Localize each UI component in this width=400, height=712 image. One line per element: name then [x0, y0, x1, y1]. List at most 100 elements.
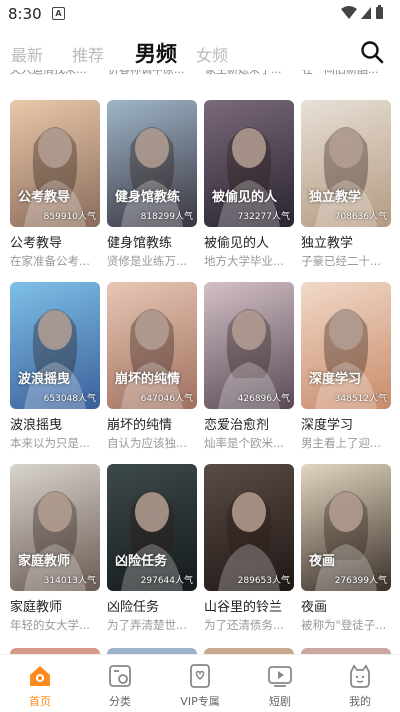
comic-title[interactable]: 家庭教师 [10, 596, 105, 615]
status-time: 8:30 [8, 5, 42, 23]
tab-latest[interactable]: 最新 [11, 42, 43, 66]
cover-illustration [24, 127, 86, 227]
comic-cover[interactable]: 深度学习 348512人气 [301, 282, 391, 409]
cover-title-art: 公考教导 [18, 190, 71, 205]
comic-card[interactable]: 深度学习 348512人气 深度学习男主看上了迎... [301, 282, 391, 457]
status-bar: 8:30 A [0, 0, 400, 28]
comic-cover[interactable]: 凶险任务 297644人气 [107, 464, 197, 591]
cut-off-description: 家主新媳来了... [205, 70, 282, 81]
comic-card[interactable]: 289653人气 山谷里的铃兰 为了还清债务... [204, 464, 294, 639]
popularity-count: 653048人气 [43, 394, 96, 404]
comic-description: 灿率是个欧米... [204, 436, 284, 450]
comic-description: 年轻的女大学... [10, 618, 90, 632]
cover-title-art: 被偷见的人 [212, 190, 278, 205]
comic-cover[interactable]: 家庭教师 314013人气 [10, 464, 100, 591]
tab-female[interactable]: 女频 [196, 42, 228, 66]
cover-illustration [121, 491, 183, 591]
comic-card[interactable]: 独立教学 708636人气 独立教学子豪已经二十... [301, 100, 391, 275]
cover-title-art: 深度学习 [309, 372, 362, 387]
comic-title[interactable]: 凶险任务 [107, 596, 202, 615]
cover-illustration [121, 309, 183, 409]
popularity-count: 818299人气 [140, 212, 193, 222]
comic-cover[interactable]: 夜画 276399人气 [301, 464, 391, 591]
comic-description: 为了还清债务... [204, 618, 284, 632]
cover-illustration [218, 309, 280, 409]
cover-title-art: 凶险任务 [115, 554, 168, 569]
search-icon[interactable] [360, 40, 384, 64]
nav-vip[interactable]: VIP专属 [160, 655, 240, 712]
comic-title[interactable]: 深度学习 [301, 414, 396, 433]
comic-title[interactable]: 崩坏的纯情 [107, 414, 202, 433]
comic-description: 本来以为只是... [10, 436, 90, 450]
cover-title-art: 夜画 [309, 554, 336, 569]
comic-cover[interactable]: 波浪摇曳 653048人气 [10, 282, 100, 409]
tab-male[interactable]: 男频 [135, 38, 177, 68]
cover-illustration [218, 127, 280, 227]
comic-title[interactable]: 恋爱治愈剂 [204, 414, 299, 433]
comic-title[interactable]: 公考教导 [10, 232, 105, 251]
cover-title-art: 家庭教师 [18, 554, 71, 569]
home-icon [30, 666, 50, 686]
comic-card[interactable]: 崩坏的纯情 647046人气 崩坏的纯情自认为应该独... [107, 282, 197, 457]
comic-card[interactable]: 健身馆教练 818299人气 健身馆教练贤修是业练万... [107, 100, 197, 275]
comic-title[interactable]: 被偷见的人 [204, 232, 299, 251]
comic-cover[interactable]: 健身馆教练 818299人气 [107, 100, 197, 227]
comic-cover[interactable]: 独立教学 708636人气 [301, 100, 391, 227]
short-drama-icon [268, 666, 292, 687]
notification-icon: A [52, 7, 65, 20]
vip-book-icon [190, 664, 210, 688]
comic-cover[interactable]: 426896人气 [204, 282, 294, 409]
comic-cover[interactable]: 被偷见的人 732277人气 [204, 100, 294, 227]
nav-home[interactable]: 首页 [0, 655, 80, 712]
popularity-count: 314013人气 [43, 576, 96, 586]
cover-illustration [315, 491, 377, 591]
comic-card[interactable]: 426896人气 恋爱治愈剂 灿率是个欧米... [204, 282, 294, 457]
bottom-navigation: 首页 分类 VIP专属 短剧 我的 [0, 654, 400, 712]
comic-cover[interactable]: 崩坏的纯情 647046人气 [107, 282, 197, 409]
comic-title[interactable]: 独立教学 [301, 232, 396, 251]
tab-recommend[interactable]: 推荐 [72, 42, 104, 66]
popularity-count: 708636人气 [334, 212, 387, 222]
comic-cover[interactable]: 289653人气 [204, 464, 294, 591]
popularity-count: 348512人气 [334, 394, 387, 404]
category-tabs: 最新 推荐 男频 女频 [0, 36, 400, 70]
comic-title[interactable]: 山谷里的铃兰 [204, 596, 299, 615]
cover-illustration [315, 309, 377, 409]
comic-card[interactable]: 夜画 276399人气 夜画被称为"登徒子... [301, 464, 391, 639]
comic-card[interactable]: 凶险任务 297644人气 凶险任务为了弄清楚世... [107, 464, 197, 639]
category-icon [109, 665, 131, 687]
nav-category[interactable]: 分类 [80, 655, 160, 712]
comic-title[interactable]: 波浪摇曳 [10, 414, 105, 433]
comic-title[interactable]: 夜画 [301, 596, 396, 615]
comic-description: 为了弄清楚世... [107, 618, 187, 632]
comic-card[interactable]: 家庭教师 314013人气 家庭教师年轻的女大学... [10, 464, 100, 639]
nav-short-drama[interactable]: 短剧 [240, 655, 320, 712]
comic-title[interactable]: 健身馆教练 [107, 232, 202, 251]
comic-description: 在家准备公考... [10, 254, 90, 268]
comic-card[interactable]: 波浪摇曳 653048人气 波浪摇曳 本来以为只是... [10, 282, 100, 457]
popularity-count: 732277人气 [237, 212, 290, 222]
popularity-count: 289653人气 [237, 576, 290, 586]
popularity-count: 276399人气 [334, 576, 387, 586]
popularity-count: 297644人气 [140, 576, 193, 586]
cover-title-art: 崩坏的纯情 [115, 372, 181, 387]
comic-card[interactable]: 被偷见的人 732277人气 被偷见的人地方大学毕业... [204, 100, 294, 275]
cover-title-art: 健身馆教练 [115, 190, 181, 205]
cut-off-description: 夫人运情找来... [10, 70, 87, 81]
cut-off-description: 价春称调中原... [108, 70, 185, 81]
cover-illustration [121, 127, 183, 227]
comic-description: 男主看上了迎... [301, 436, 381, 450]
nav-profile[interactable]: 我的 [320, 655, 400, 712]
comic-card[interactable]: 公考教导 859910人气 公考教导在家准备公考... [10, 100, 100, 275]
comic-description: 被称为"登徒子... [301, 618, 387, 632]
popularity-count: 426896人气 [237, 394, 290, 404]
comic-description: 自认为应该独... [107, 436, 187, 450]
popularity-count: 647046人气 [140, 394, 193, 404]
cover-illustration [218, 491, 280, 591]
comic-cover[interactable]: 公考教导 859910人气 [10, 100, 100, 227]
comic-description: 子豪已经二十... [301, 254, 381, 268]
cover-title-art: 独立教学 [309, 190, 362, 205]
comic-description: 贤修是业练万... [107, 254, 187, 268]
comic-description: 地方大学毕业... [204, 254, 284, 268]
profile-icon [350, 664, 370, 688]
